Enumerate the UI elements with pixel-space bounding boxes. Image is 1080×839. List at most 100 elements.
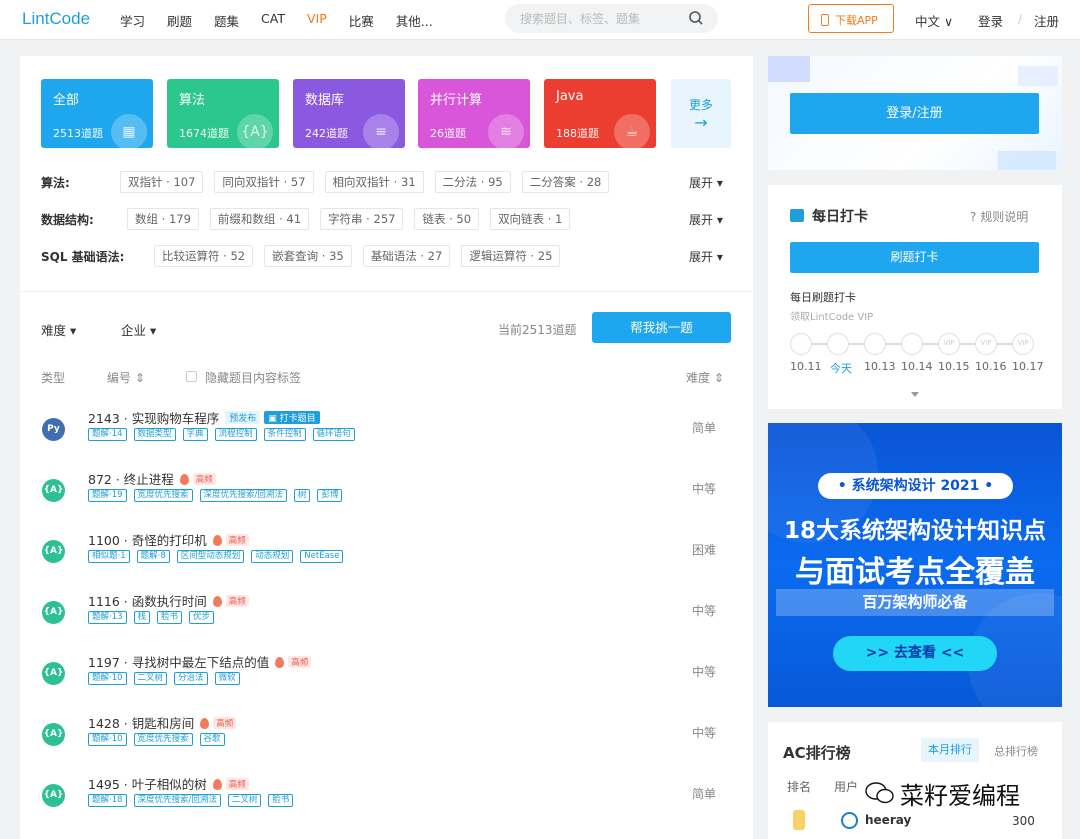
pick-problem-button[interactable]: 帮我挑一题 (592, 312, 731, 343)
rules-link[interactable]: ? 规则说明 (970, 208, 1028, 225)
problem-tag[interactable]: 二叉树 (133, 672, 168, 685)
tag-chip[interactable]: 二分法 · 95 (434, 171, 511, 193)
problem-row[interactable]: Py 2143 · 实现购物车程序 预发布 ▣ 打卡题目 题解·14 数据类型 字典… (20, 408, 753, 464)
nav-collections[interactable]: 题集 (214, 11, 239, 30)
problem-tag[interactable]: 数据类型 (133, 428, 176, 441)
nav-contest[interactable]: 比赛 (349, 11, 374, 30)
problem-tag[interactable]: 题解·18 (88, 794, 127, 807)
problem-row[interactable]: {A} 1495 · 叶子相似的树 高频 题解·18 深度优先搜索/回溯法 二叉树… (20, 774, 753, 830)
download-app-button[interactable]: 下载APP (808, 4, 894, 33)
category-all[interactable]: 全部 2513道题 ▦ (41, 79, 153, 148)
nav-other[interactable]: 其他... (396, 11, 433, 30)
problem-tag[interactable]: 脸书 (268, 794, 294, 807)
banner-view-button[interactable]: >> 去查看 << (833, 636, 997, 671)
expand-toggle[interactable]: 展开 ▾ (689, 248, 723, 265)
caret-down-icon: ▾ (716, 250, 723, 264)
problem-tag[interactable]: 动态规划 (251, 550, 294, 563)
problem-tag[interactable]: 条件控制 (263, 428, 306, 441)
problem-tag[interactable]: 相似题·1 (88, 550, 130, 563)
login-link[interactable]: 登录 (978, 11, 1003, 30)
problem-tag[interactable]: 流程控制 (214, 428, 257, 441)
search-icon[interactable] (688, 10, 704, 26)
tag-chip[interactable]: 二分答案 · 28 (521, 171, 610, 193)
nav-cat[interactable]: CAT (261, 11, 285, 30)
column-difficulty[interactable]: 难度 ⇕ (686, 369, 724, 386)
promo-banner[interactable]: • 系统架构设计 2021 • 18大系统架构设计知识点 与面试考点全覆盖 百万… (768, 423, 1062, 707)
problem-title[interactable]: 1428 · 钥匙和房间 (88, 716, 194, 731)
more-categories-button[interactable]: 更多 → (671, 79, 731, 148)
problem-tag[interactable]: 区间型动态规划 (176, 550, 245, 563)
chevron-down-icon[interactable] (911, 392, 919, 397)
nav-practice[interactable]: 刷题 (167, 11, 192, 30)
register-link[interactable]: 注册 (1034, 11, 1059, 30)
company-filter[interactable]: 企业 ▾ (121, 320, 156, 339)
avatar[interactable] (841, 812, 858, 829)
nav-vip[interactable]: VIP (307, 11, 327, 30)
problem-tag[interactable]: 深度优先搜索/回溯法 (199, 489, 287, 502)
problem-row[interactable]: {A} 1428 · 钥匙和房间 高频 题解·10 宽度优先搜索 谷歌 中等 (20, 713, 753, 769)
category-java[interactable]: Java 188道题 ☕ (544, 79, 656, 148)
problem-row[interactable]: {A} 1116 · 函数执行时间 高频 题解·13 栈 脸书 优步 中等 (20, 591, 753, 647)
tag-chip[interactable]: 前缀和数组 · 41 (209, 208, 310, 230)
ranking-username[interactable]: heeray (865, 813, 911, 827)
problem-title[interactable]: 872 · 终止进程 (88, 472, 174, 487)
problem-tag[interactable]: 题解·10 (88, 672, 127, 685)
expand-toggle[interactable]: 展开 ▾ (689, 174, 723, 191)
problem-tag[interactable]: 字典 (182, 428, 208, 441)
tag-chip[interactable]: 数组 · 179 (127, 208, 199, 230)
problem-tag[interactable]: 题解·8 (136, 550, 170, 563)
tag-chip[interactable]: 双指针 · 107 (120, 171, 204, 193)
problem-tag[interactable]: 彭博 (317, 489, 343, 502)
tab-monthly[interactable]: 本月排行 (921, 738, 979, 762)
tag-chip[interactable]: 字符串 · 257 (320, 208, 404, 230)
tag-chip[interactable]: 相向双指针 · 31 (324, 171, 424, 193)
problem-title[interactable]: 1100 · 奇怪的打印机 (88, 533, 207, 548)
problem-tag[interactable]: 题解·13 (88, 611, 127, 624)
tag-chip[interactable]: 基础语法 · 27 (362, 245, 451, 267)
checkin-button[interactable]: 刷题打卡 (790, 242, 1039, 273)
problem-tag[interactable]: 脸书 (157, 611, 183, 624)
category-algorithm[interactable]: 算法 1674道题 {A} (167, 79, 279, 148)
problem-tag[interactable]: 优步 (189, 611, 215, 624)
problem-tag[interactable]: 题解·10 (88, 733, 127, 746)
category-parallel[interactable]: 并行计算 26道题 ≋ (418, 79, 530, 148)
problem-tag[interactable]: 循环语句 (312, 428, 355, 441)
problem-title[interactable]: 1495 · 叶子相似的树 (88, 777, 207, 792)
problem-title[interactable]: 2143 · 实现购物车程序 (88, 411, 219, 426)
language-select[interactable]: 中文 ∨ (915, 11, 953, 30)
nav-learn[interactable]: 学习 (120, 11, 145, 30)
tag-chip[interactable]: 比较运算符 · 52 (154, 245, 254, 267)
column-number[interactable]: 编号 ⇕ (107, 369, 145, 386)
problem-tag[interactable]: 栈 (133, 611, 151, 624)
problem-tag[interactable]: NetEase (300, 550, 344, 563)
problem-row[interactable]: {A} 1197 · 寻找树中最左下结点的值 高频 题解·10 二叉树 分治法 微… (20, 652, 753, 708)
problem-row[interactable]: {A} 1100 · 奇怪的打印机 高频 相似题·1 题解·8 区间型动态规划 动… (20, 530, 753, 586)
hide-tags-checkbox[interactable] (186, 371, 197, 382)
problem-row[interactable]: {A} 872 · 终止进程 高频 题解·19 宽度优先搜索 深度优先搜索/回溯法… (20, 469, 753, 525)
problem-tag[interactable]: 微软 (214, 672, 240, 685)
problem-tag[interactable]: 深度优先搜索/回溯法 (133, 794, 221, 807)
hide-tags-label[interactable]: 隐藏题目内容标签 (205, 369, 301, 386)
problem-tag[interactable]: 树 (293, 489, 311, 502)
tag-chip[interactable]: 同向双指针 · 57 (214, 171, 314, 193)
problem-title[interactable]: 1116 · 函数执行时间 (88, 594, 207, 609)
problem-tag[interactable]: 分治法 (174, 672, 208, 685)
problem-tag[interactable]: 题解·19 (88, 489, 127, 502)
difficulty-filter[interactable]: 难度 ▾ (41, 320, 76, 339)
problem-tag[interactable]: 二叉树 (227, 794, 262, 807)
problem-tag[interactable]: 题解·14 (88, 428, 127, 441)
login-register-button[interactable]: 登录/注册 (790, 93, 1039, 134)
problem-title[interactable]: 1197 · 寻找树中最左下结点的值 (88, 655, 269, 670)
tag-chip[interactable]: 嵌套查询 · 35 (264, 245, 352, 267)
tag-chip[interactable]: 双向链表 · 1 (490, 208, 571, 230)
category-database[interactable]: 数据库 242道题 ≡ (293, 79, 405, 148)
expand-toggle[interactable]: 展开 ▾ (689, 211, 723, 228)
tag-chip[interactable]: 逻辑运算符 · 25 (461, 245, 561, 267)
tab-overall[interactable]: 总排行榜 (994, 743, 1038, 759)
search-input[interactable]: 搜索题目、标签、题集 (505, 4, 718, 33)
problem-tag[interactable]: 谷歌 (199, 733, 225, 746)
tag-chip[interactable]: 链表 · 50 (414, 208, 480, 230)
problem-tag[interactable]: 宽度优先搜索 (133, 489, 193, 502)
problem-tag[interactable]: 宽度优先搜索 (133, 733, 193, 746)
logo[interactable]: LintCode (22, 9, 90, 29)
